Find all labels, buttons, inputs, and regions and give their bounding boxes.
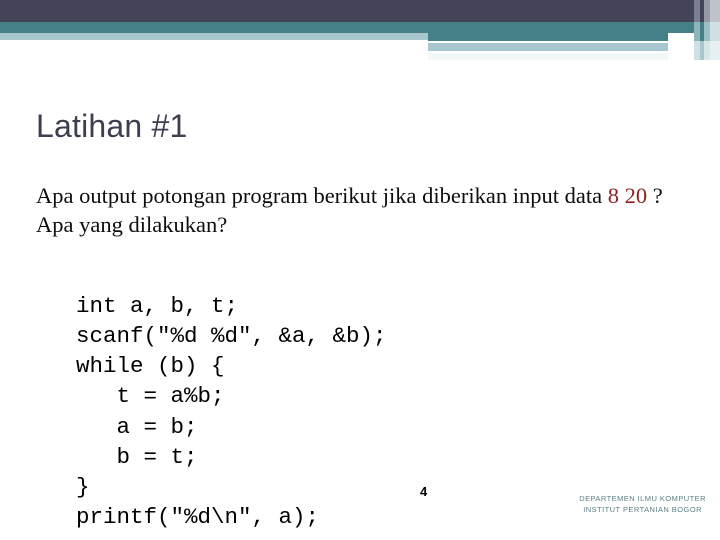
- header-teal-band: [0, 22, 720, 33]
- footer-line-department: DEPARTEMEN ILMU KOMPUTER: [579, 494, 706, 503]
- question-paragraph: Apa output potongan program berikut jika…: [36, 182, 676, 240]
- header-lightblue-left-band: [0, 33, 428, 40]
- code-listing: int a, b, t; scanf("%d %d", &a, &b); whi…: [76, 292, 387, 531]
- question-text-leading: Apa output potongan program berikut jika…: [36, 183, 608, 208]
- header-teal-right-band: [428, 33, 668, 41]
- question-input-values-highlight: 8 20: [607, 183, 648, 208]
- footer-line-institute: INSTITUT PERTANIAN BOGOR: [583, 504, 702, 514]
- slide-title: Latihan #1: [36, 108, 188, 144]
- header-pale-right-band: [428, 53, 668, 60]
- slide-canvas: Latihan #1 Apa output potongan program b…: [0, 0, 720, 540]
- header-lightblue-right-band: [428, 43, 668, 51]
- header-vertical-stripe-tail-4: [710, 41, 720, 60]
- page-number: 4: [420, 484, 428, 499]
- header-dark-band: [0, 0, 720, 22]
- footer-institution: DEPARTEMEN ILMU KOMPUTER INSTITUT PERTAN…: [579, 494, 706, 515]
